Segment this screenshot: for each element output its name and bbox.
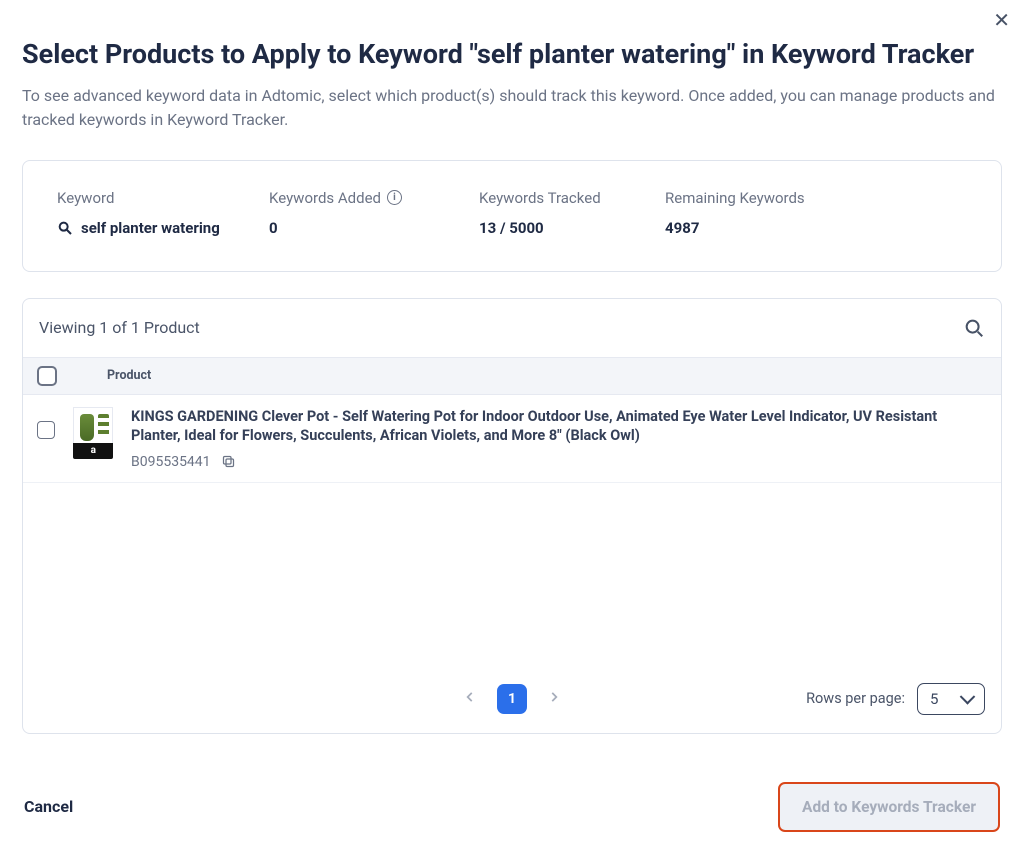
info-icon[interactable]: i	[387, 190, 402, 205]
product-asin: B095535441	[131, 454, 211, 470]
search-icon[interactable]	[963, 317, 985, 339]
row-checkbox[interactable]	[37, 421, 55, 439]
product-thumbnail: a	[73, 407, 113, 459]
close-icon[interactable]: ✕	[993, 8, 1010, 32]
stats-card: Keyword self planter watering Keywords A…	[22, 160, 1002, 272]
product-table: Viewing 1 of 1 Product Product a KINGS G…	[22, 298, 1002, 734]
modal-subtitle: To see advanced keyword data in Adtomic,…	[22, 84, 1002, 132]
select-all-checkbox[interactable]	[37, 366, 57, 386]
stat-keyword-value: self planter watering	[81, 219, 220, 237]
stat-tracked-label: Keywords Tracked	[479, 189, 665, 207]
stat-added-label: Keywords Added	[269, 189, 381, 207]
modal-title: Select Products to Apply to Keyword "sel…	[22, 38, 1002, 72]
copy-icon[interactable]	[221, 454, 236, 469]
product-title: KINGS GARDENING Clever Pot - Self Wateri…	[131, 407, 987, 446]
add-to-tracker-button[interactable]: Add to Keywords Tracker	[778, 782, 1000, 832]
cancel-button[interactable]: Cancel	[24, 797, 73, 816]
viewing-count: Viewing 1 of 1 Product	[39, 318, 200, 337]
next-page-icon[interactable]	[545, 686, 563, 711]
table-row: a KINGS GARDENING Clever Pot - Self Wate…	[23, 395, 1001, 483]
stat-tracked-value: 13 / 5000	[479, 219, 665, 237]
prev-page-icon[interactable]	[461, 686, 479, 711]
column-product: Product	[107, 368, 151, 383]
rows-per-page-select[interactable]: 5	[917, 683, 985, 715]
marketplace-badge: a	[73, 443, 113, 459]
rows-per-page-label: Rows per page:	[806, 690, 905, 707]
stat-remaining-value: 4987	[665, 219, 967, 237]
stat-keyword-label: Keyword	[57, 189, 269, 207]
table-header-row: Product	[23, 357, 1001, 395]
pagination: 1	[461, 684, 563, 714]
page-current[interactable]: 1	[497, 684, 527, 714]
stat-added-value: 0	[269, 219, 479, 237]
search-icon	[57, 220, 73, 236]
stat-remaining-label: Remaining Keywords	[665, 189, 967, 207]
